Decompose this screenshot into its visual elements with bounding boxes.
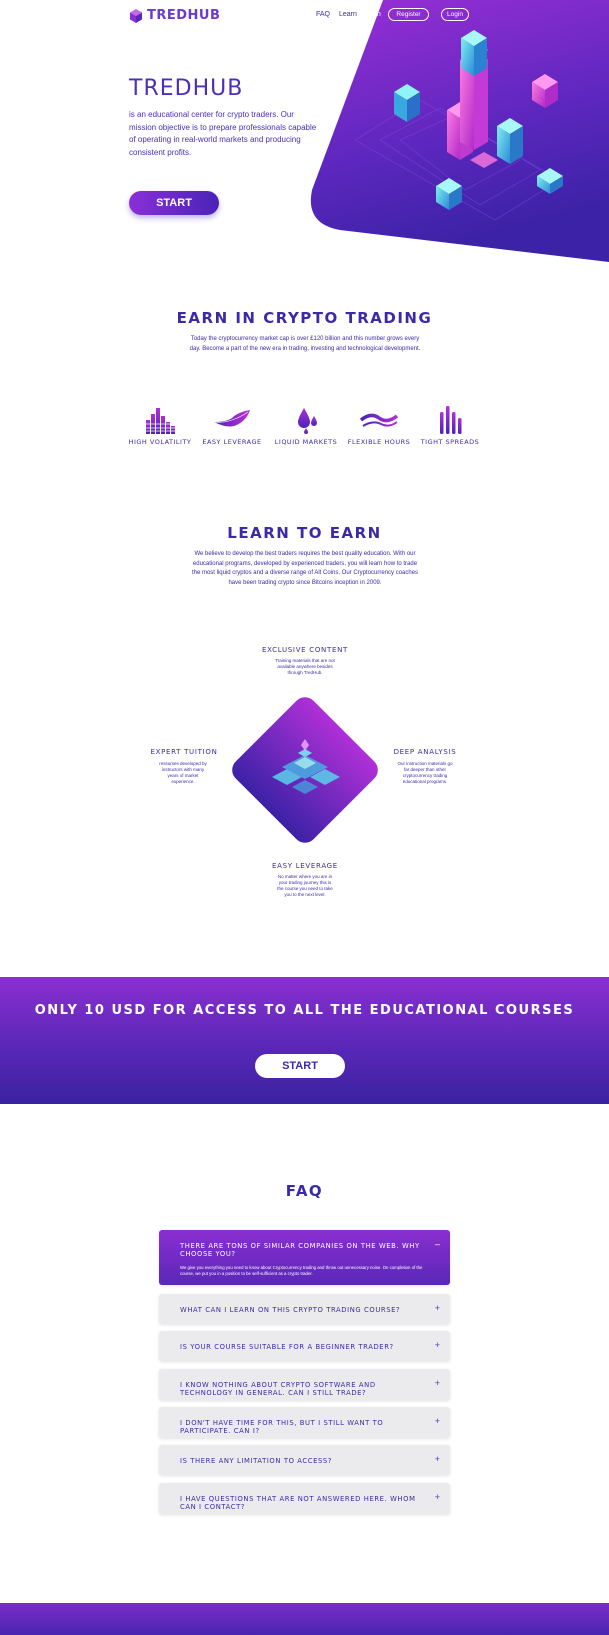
nav-link-earn[interactable]: Earn: [366, 11, 381, 18]
point-easy-leverage-title: EASY LEVERAGE: [272, 862, 338, 870]
faq-question: I don't have time for this, but I still …: [180, 1419, 384, 1435]
faq-item[interactable]: I don't have time for this, but I still …: [159, 1407, 450, 1438]
earn-section-text: Today the cryptocurrency market cap is o…: [189, 336, 421, 352]
faq-question: Is there any limitation to access?: [180, 1457, 333, 1465]
expand-icon[interactable]: +: [435, 1378, 440, 1388]
droplets-icon: [298, 408, 317, 434]
expand-icon[interactable]: +: [435, 1303, 440, 1313]
expand-icon[interactable]: +: [435, 1492, 440, 1502]
feature-liquid-markets: LIQUID MARKETS: [270, 406, 342, 446]
cta-title: ONLY 10 USD FOR ACCESS TO ALL THE EDUCAT…: [34, 1003, 575, 1018]
feather-icon: [213, 410, 250, 427]
feature-flexible-hours: FLEXIBLE HOURS: [343, 406, 415, 446]
point-exclusive-content-title: EXCLUSIVE CONTENT: [262, 646, 348, 654]
wave-icon: [359, 413, 399, 427]
feature-tight-spreads: TIGHT SPREADS: [414, 406, 486, 446]
expand-icon[interactable]: +: [435, 1454, 440, 1464]
bars-eq-icon: [144, 408, 176, 434]
login-button[interactable]: Login: [441, 8, 469, 21]
point-easy-leverage-text: No matter where you are in your trading …: [277, 874, 333, 897]
logo-text: TREDHUB: [147, 8, 221, 23]
expand-icon[interactable]: +: [435, 1416, 440, 1426]
faq-question: I have questions that are not answered h…: [180, 1495, 416, 1511]
cta-start-button[interactable]: START: [255, 1054, 345, 1078]
faq-item[interactable]: I have questions that are not answered h…: [159, 1483, 450, 1514]
feature-label: LIQUID MARKETS: [274, 438, 338, 446]
faq-question: There are tons of similar companies on t…: [180, 1242, 420, 1258]
point-deep-analysis-text: Our instruction materials go far deeper …: [397, 761, 453, 784]
point-expert-tuition-title: EXPERT TUITION: [150, 748, 218, 756]
feature-label: HIGH VOLATILITY: [128, 438, 192, 446]
earn-section-title: EARN IN CRYPTO TRADING: [176, 309, 433, 327]
faq-question: I know nothing about crypto software and…: [180, 1381, 376, 1397]
point-exclusive-content-text: Training materials that are not availabl…: [275, 658, 335, 675]
collapse-icon[interactable]: –: [435, 1239, 440, 1249]
feature-label: FLEXIBLE HOURS: [347, 438, 411, 446]
register-button[interactable]: Register: [388, 8, 429, 21]
faq-question: What can I learn on this crypto trading …: [180, 1306, 401, 1314]
spread-bars-icon: [440, 406, 462, 434]
faq-item[interactable]: Is there any limitation to access? +: [159, 1445, 450, 1475]
faq-title: FAQ: [285, 1182, 324, 1200]
learn-section-title: LEARN TO EARN: [227, 524, 382, 542]
learn-diamond-illustration: [232, 697, 378, 843]
feature-high-volatility: HIGH VOLATILITY: [124, 406, 196, 446]
expand-icon[interactable]: +: [435, 1340, 440, 1350]
feature-easy-leverage: EASY LEVERAGE: [196, 406, 268, 446]
faq-answer: We give you everything you need to know …: [180, 1265, 423, 1276]
faq-item[interactable]: What can I learn on this crypto trading …: [159, 1294, 450, 1324]
nav-link-faq[interactable]: FAQ: [316, 11, 330, 18]
logo[interactable]: TREDHUB: [129, 8, 220, 23]
feature-label: TIGHT SPREADS: [420, 438, 480, 446]
faq-question: Is your course suitable for a beginner t…: [180, 1343, 394, 1351]
logo-cube-icon: [130, 8, 142, 23]
faq-item[interactable]: There are tons of similar companies on t…: [159, 1230, 450, 1285]
cta-band: [0, 977, 609, 1104]
faq-item[interactable]: I know nothing about crypto software and…: [159, 1369, 450, 1400]
nav-link-learn[interactable]: Learn: [339, 11, 357, 18]
hero-start-button[interactable]: START: [129, 191, 219, 215]
footer-band: [0, 1603, 609, 1635]
feature-label: EASY LEVERAGE: [202, 438, 262, 446]
hero-description: is an educational center for crypto trad…: [129, 110, 317, 157]
faq-item[interactable]: Is your course suitable for a beginner t…: [159, 1331, 450, 1361]
point-expert-tuition-text: ressurses developed by instructors with …: [159, 761, 207, 784]
point-deep-analysis-title: DEEP ANALYSIS: [393, 748, 457, 756]
hero-title: TREDHUB: [129, 76, 244, 101]
learn-section-text: We believe to develop the best traders r…: [191, 551, 419, 586]
